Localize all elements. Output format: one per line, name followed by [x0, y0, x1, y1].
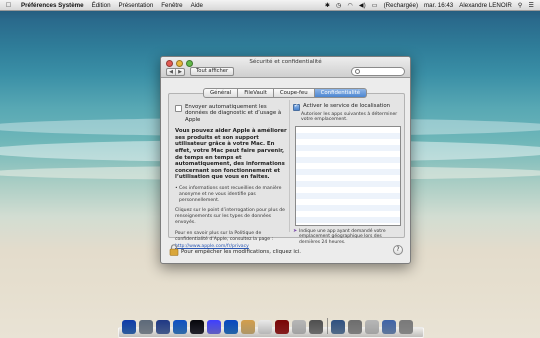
menu-view[interactable]: Présentation — [119, 2, 154, 9]
location-checkbox[interactable] — [293, 103, 300, 111]
title-bar[interactable]: Sécurité et confidentialité ◀ ▶ Tout aff… — [161, 57, 410, 78]
mission-control-icon[interactable] — [156, 320, 170, 334]
dock-separator — [327, 318, 328, 334]
downloads-stack-icon[interactable] — [382, 320, 396, 334]
search-icon — [355, 69, 360, 74]
notes-icon[interactable] — [241, 320, 255, 334]
tab-bar: Général FileVault Coupe-feu Confidential… — [161, 88, 410, 98]
back-button[interactable]: ◀ — [167, 69, 175, 75]
help-button[interactable]: ? — [393, 245, 403, 255]
toolbar: ◀ ▶ Tout afficher — [166, 67, 405, 76]
documents-folder-icon[interactable] — [348, 320, 362, 334]
lock-text[interactable]: Pour empêcher les modifications, cliquez… — [181, 249, 301, 255]
dashboard-icon[interactable] — [190, 320, 204, 334]
search-field[interactable] — [351, 67, 405, 76]
diagnostics-intro: Vous pouvez aider Apple à améliorer ses … — [175, 128, 287, 181]
location-option[interactable]: Activer le service de localisation — [293, 103, 399, 111]
trash-icon[interactable] — [399, 320, 413, 334]
clock[interactable]: mar. 16:43 — [424, 2, 453, 9]
app-store-icon[interactable] — [224, 320, 238, 334]
preview-icon[interactable] — [365, 320, 379, 334]
launchpad-icon[interactable] — [139, 320, 153, 334]
column-divider — [289, 100, 290, 232]
finder-icon[interactable] — [122, 320, 136, 334]
back-forward-control: ◀ ▶ — [166, 67, 185, 76]
window-title: Sécurité et confidentialité — [249, 59, 322, 65]
itunes-icon[interactable] — [207, 320, 221, 334]
system-preferences-icon[interactable] — [309, 320, 323, 334]
tab-filevault[interactable]: FileVault — [237, 88, 274, 98]
lock-icon[interactable] — [169, 244, 179, 256]
diagnostics-checkbox[interactable] — [175, 104, 182, 112]
security-privacy-window: Sécurité et confidentialité ◀ ▶ Tout aff… — [160, 56, 411, 264]
notification-center-icon[interactable]: ☰ — [528, 2, 534, 9]
spotlight-icon[interactable]: ⚲ — [518, 2, 523, 9]
apple-menu-icon[interactable]:  — [4, 2, 13, 9]
tv-icon[interactable] — [292, 320, 306, 334]
photo-booth-icon[interactable] — [275, 320, 289, 334]
menu-edit[interactable]: Édition — [92, 2, 111, 9]
menu-help[interactable]: Aide — [191, 2, 203, 9]
anonymity-text: Ces informations sont recueillies de man… — [179, 185, 282, 203]
location-label: Activer le service de localisation — [303, 103, 391, 109]
show-all-button[interactable]: Tout afficher — [190, 67, 235, 76]
applications-folder-icon[interactable] — [331, 320, 345, 334]
window-footer: Pour empêcher les modifications, cliquez… — [161, 239, 410, 263]
safari-icon[interactable] — [173, 320, 187, 334]
tab-firewall[interactable]: Coupe-feu — [272, 88, 315, 98]
battery-status[interactable]: (Rechargée) — [384, 2, 418, 9]
menu-window[interactable]: Fenêtre — [161, 2, 182, 9]
location-apps-list[interactable] — [295, 125, 401, 226]
location-column: Activer le service de localisation Autor… — [293, 103, 401, 245]
forward-button[interactable]: ▶ — [175, 68, 184, 75]
volume-icon[interactable]: ◀) — [359, 2, 366, 9]
bluetooth-icon[interactable]: ✱ — [325, 2, 330, 9]
calendar-icon[interactable] — [258, 320, 272, 334]
help-hint: Cliquez sur le point d’interrogation pou… — [175, 208, 285, 225]
time-machine-icon[interactable]: ◷ — [336, 2, 341, 9]
tab-privacy[interactable]: Confidentialité — [313, 88, 368, 98]
diagnostics-option[interactable]: Envoyer automatiquement les données de d… — [175, 104, 287, 123]
tab-general[interactable]: Général — [202, 88, 239, 98]
privacy-panel: Envoyer automatiquement les données de d… — [168, 93, 405, 249]
dock — [118, 314, 424, 338]
anonymity-note: • Ces informations sont recueillies de m… — [175, 186, 287, 203]
menu-bar:  Préférences Système Édition Présentati… — [0, 0, 540, 11]
dock-icons — [122, 314, 416, 334]
diagnostics-label: Envoyer automatiquement les données de d… — [185, 104, 282, 123]
menu-app-name[interactable]: Préférences Système — [21, 2, 84, 9]
wifi-icon[interactable]: ◠ — [348, 2, 353, 9]
battery-icon[interactable]: ▭ — [372, 2, 378, 9]
location-subtitle: Autoriser les apps suivantes à détermine… — [301, 111, 398, 123]
user-name[interactable]: Alexandre LENOIR — [459, 2, 512, 9]
diagnostics-column: Envoyer automatiquement les données de d… — [175, 104, 287, 249]
